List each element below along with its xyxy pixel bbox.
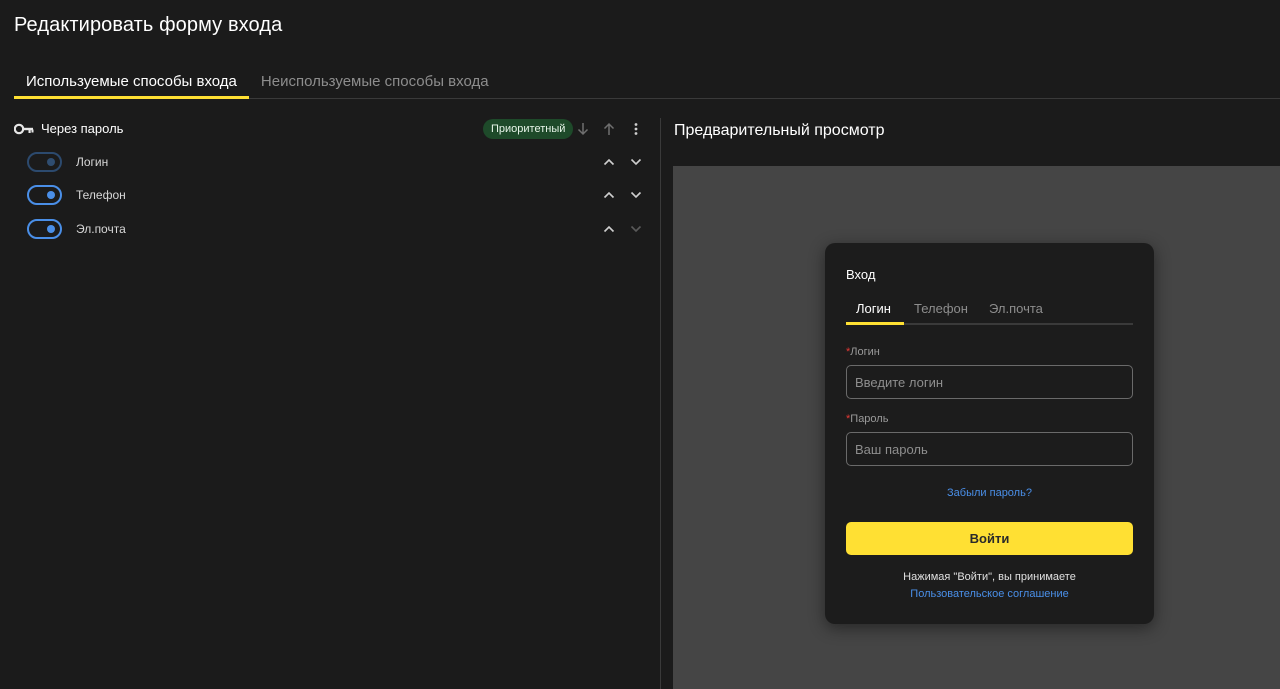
method-row-phone: Телефон [27,185,647,207]
methods-pane: Через пароль Приоритетный Логин Телефон [0,99,660,689]
card-tab-underline [846,322,904,325]
phone-move-up-button[interactable] [599,185,619,205]
pane-divider [660,118,661,689]
method-row-login: Логин [27,152,647,174]
password-field-label: *Пароль [846,413,889,425]
tab-unused-methods[interactable]: Неиспользуемые способы входа [249,62,501,99]
login-toggle[interactable] [27,152,62,172]
tab-used-methods[interactable]: Используемые способы входа [14,62,249,99]
more-options-button[interactable] [626,119,646,139]
more-vert-icon [634,123,638,135]
key-icon [13,122,34,136]
phone-move-down-button[interactable] [626,185,646,205]
login-move-up-button[interactable] [599,152,619,172]
phone-toggle[interactable] [27,185,62,205]
password-input[interactable] [846,432,1133,466]
method-group-label: Через пароль [41,121,124,136]
move-up-button[interactable] [599,119,619,139]
chevron-up-icon [603,158,615,166]
method-label-phone: Телефон [76,188,126,202]
method-row-email: Эл.почта [27,219,647,241]
card-tabs: Логин Телефон Эл.почта [846,300,1133,325]
chevron-up-icon [603,191,615,199]
login-submit-button[interactable]: Войти [846,522,1133,555]
chevron-up-icon [603,225,615,233]
email-move-down-button[interactable] [626,219,646,239]
method-label-login: Логин [76,155,109,169]
login-move-down-button[interactable] [626,152,646,172]
forgot-password-link[interactable]: Забыли пароль? [825,487,1154,499]
card-tab-phone[interactable]: Телефон [914,301,968,316]
card-tab-email[interactable]: Эл.почта [989,301,1043,316]
method-group-password: Через пароль Приоритетный [13,119,646,141]
method-label-email: Эл.почта [76,222,126,236]
arrow-down-icon [577,123,589,136]
email-move-up-button[interactable] [599,219,619,239]
card-title: Вход [846,267,876,282]
login-input[interactable] [846,365,1133,399]
page-title: Редактировать форму входа [14,14,283,36]
move-down-button[interactable] [573,119,593,139]
chevron-down-icon [630,191,642,199]
tabs-bar: Используемые способы входа Неиспользуемы… [14,62,1280,99]
chevron-down-icon [630,225,642,233]
preview-title: Предварительный просмотр [674,122,885,139]
priority-badge: Приоритетный [483,119,574,139]
login-card: Вход Логин Телефон Эл.почта *Логин *Паро… [825,243,1154,624]
login-field-label: *Логин [846,346,880,358]
card-tab-login[interactable]: Логин [856,301,891,316]
email-toggle[interactable] [27,219,62,239]
chevron-down-icon [630,158,642,166]
user-agreement-link[interactable]: Пользовательское соглашение [825,588,1154,600]
agreement-text: Нажимая "Войти", вы принимаете [903,571,1076,583]
arrow-up-icon [603,122,615,135]
